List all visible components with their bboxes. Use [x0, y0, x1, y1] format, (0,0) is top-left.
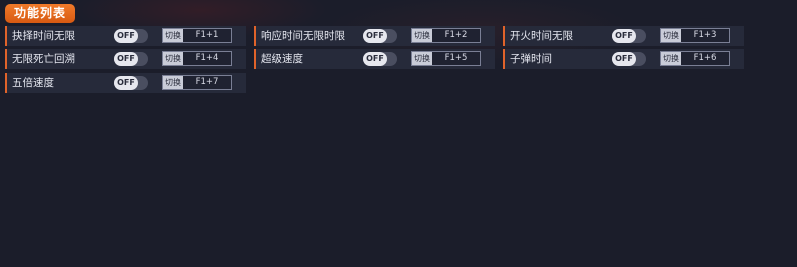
feature-toggle[interactable]: OFF — [612, 29, 646, 43]
hotkey-field[interactable]: 切换 F1+3 — [660, 28, 730, 43]
hotkey-value: F1+6 — [681, 52, 729, 65]
feature-label: 抉择时间无限 — [12, 30, 75, 42]
toggle-state: OFF — [114, 29, 138, 43]
feature-toggle[interactable]: OFF — [114, 29, 148, 43]
switch-tag: 切换 — [163, 29, 183, 42]
feature-row: 超级速度 OFF 切换 F1+5 — [254, 49, 495, 69]
feature-row: 无限死亡回溯 OFF 切换 F1+4 — [5, 49, 246, 69]
feature-label: 子弹时间 — [510, 53, 552, 65]
toggle-state: OFF — [114, 52, 138, 66]
hotkey-field[interactable]: 切换 F1+7 — [162, 75, 232, 90]
feature-toggle[interactable]: OFF — [612, 52, 646, 66]
hotkey-value: F1+7 — [183, 76, 231, 89]
hotkey-field[interactable]: 切换 F1+5 — [411, 51, 481, 66]
feature-toggle[interactable]: OFF — [363, 29, 397, 43]
switch-tag: 切换 — [163, 52, 183, 65]
hotkey-value: F1+1 — [183, 29, 231, 42]
feature-toggle[interactable]: OFF — [363, 52, 397, 66]
feature-row: 五倍速度 OFF 切换 F1+7 — [5, 73, 246, 93]
hotkey-field[interactable]: 切换 F1+6 — [660, 51, 730, 66]
hotkey-field[interactable]: 切换 F1+1 — [162, 28, 232, 43]
trainer-panel: 功能列表 抉择时间无限 OFF 切换 F1+1 响应时间无限时限 OFF 切换 … — [0, 0, 797, 267]
feature-row: 开火时间无限 OFF 切换 F1+3 — [503, 26, 744, 46]
hotkey-field[interactable]: 切换 F1+2 — [411, 28, 481, 43]
feature-row: 响应时间无限时限 OFF 切换 F1+2 — [254, 26, 495, 46]
feature-toggle[interactable]: OFF — [114, 52, 148, 66]
feature-list-title: 功能列表 — [5, 4, 75, 23]
switch-tag: 切换 — [412, 52, 432, 65]
switch-tag: 切换 — [163, 76, 183, 89]
feature-toggle[interactable]: OFF — [114, 76, 148, 90]
switch-tag: 切换 — [412, 29, 432, 42]
hotkey-value: F1+2 — [432, 29, 480, 42]
feature-row: 抉择时间无限 OFF 切换 F1+1 — [5, 26, 246, 46]
toggle-state: OFF — [612, 29, 636, 43]
feature-label: 超级速度 — [261, 53, 303, 65]
toggle-state: OFF — [363, 52, 387, 66]
toggle-state: OFF — [114, 76, 138, 90]
feature-row: 子弹时间 OFF 切换 F1+6 — [503, 49, 744, 69]
switch-tag: 切换 — [661, 52, 681, 65]
feature-label: 开火时间无限 — [510, 30, 573, 42]
switch-tag: 切换 — [661, 29, 681, 42]
toggle-state: OFF — [612, 52, 636, 66]
hotkey-value: F1+4 — [183, 52, 231, 65]
toggle-state: OFF — [363, 29, 387, 43]
feature-label: 响应时间无限时限 — [261, 30, 345, 42]
hotkey-value: F1+5 — [432, 52, 480, 65]
hotkey-field[interactable]: 切换 F1+4 — [162, 51, 232, 66]
feature-label: 五倍速度 — [12, 77, 54, 89]
hotkey-value: F1+3 — [681, 29, 729, 42]
feature-label: 无限死亡回溯 — [12, 53, 75, 65]
